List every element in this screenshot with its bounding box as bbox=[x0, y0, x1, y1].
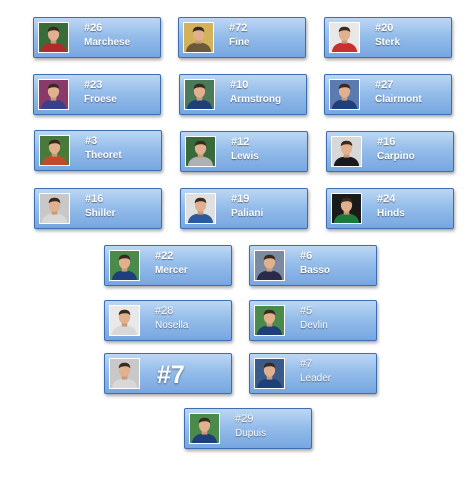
player-card[interactable]: #72 Fine bbox=[178, 17, 306, 58]
player-name: Dupuis bbox=[235, 428, 267, 439]
player-portrait-icon bbox=[329, 79, 360, 110]
player-name: Shiller bbox=[85, 208, 116, 219]
player-portrait-icon bbox=[39, 135, 70, 166]
player-name: Sterk bbox=[375, 37, 401, 48]
player-portrait-icon bbox=[329, 22, 360, 53]
player-card[interactable]: #19 Paliani bbox=[180, 188, 308, 229]
player-portrait-icon bbox=[254, 358, 285, 389]
player-name: Theoret bbox=[85, 150, 122, 161]
player-card[interactable]: #16 Carpino bbox=[326, 131, 454, 172]
player-portrait-icon bbox=[185, 193, 216, 224]
player-name: Paliani bbox=[231, 208, 264, 219]
player-portrait-icon bbox=[331, 136, 362, 167]
player-number: #10 bbox=[230, 79, 249, 91]
player-card[interactable]: #23 Froese bbox=[33, 74, 161, 115]
player-number: #16 bbox=[377, 136, 396, 148]
player-portrait-icon bbox=[254, 305, 285, 336]
player-card[interactable]: #7 Leader bbox=[249, 353, 377, 394]
player-number: #12 bbox=[231, 136, 250, 148]
player-name: Nosella bbox=[155, 320, 189, 331]
player-name: Devlin bbox=[300, 320, 328, 331]
player-number: #23 bbox=[84, 79, 103, 91]
player-number: #26 bbox=[84, 22, 103, 34]
player-card[interactable]: #20 Sterk bbox=[324, 17, 452, 58]
player-portrait-icon bbox=[39, 193, 70, 224]
player-card[interactable]: #3 Theoret bbox=[34, 130, 162, 171]
player-portrait-icon bbox=[109, 250, 140, 281]
player-name: Marchese bbox=[84, 37, 131, 48]
player-card[interactable]: #27 Clairmont bbox=[324, 74, 452, 115]
player-name: Basso bbox=[300, 265, 331, 276]
player-name: Leader bbox=[300, 373, 332, 384]
player-portrait-icon bbox=[38, 22, 69, 53]
player-card[interactable]: #24 Hinds bbox=[326, 188, 454, 229]
player-card[interactable]: #5 Devlin bbox=[249, 300, 377, 341]
player-name: Mercer bbox=[155, 265, 188, 276]
player-portrait-icon bbox=[254, 250, 285, 281]
player-portrait-icon bbox=[331, 193, 362, 224]
player-name: Fine bbox=[229, 37, 250, 48]
player-number: #16 bbox=[85, 193, 104, 205]
player-name: Froese bbox=[84, 94, 117, 105]
player-card[interactable]: #16 Shiller bbox=[34, 188, 162, 229]
player-number: #20 bbox=[375, 22, 394, 34]
player-portrait-icon bbox=[183, 22, 214, 53]
player-name: Carpino bbox=[377, 151, 415, 162]
player-name: Clairmont bbox=[375, 94, 422, 105]
player-number: #3 bbox=[85, 135, 98, 147]
player-card[interactable]: #12 Lewis bbox=[180, 131, 308, 172]
player-number: #22 bbox=[155, 250, 174, 262]
player-number: #28 bbox=[155, 305, 174, 317]
player-number: #29 bbox=[235, 413, 254, 425]
player-card[interactable]: #6 Basso bbox=[249, 245, 377, 286]
player-number: #6 bbox=[300, 250, 313, 262]
player-name: Armstrong bbox=[230, 94, 282, 105]
player-name: Lewis bbox=[231, 151, 259, 162]
player-portrait-icon bbox=[184, 79, 215, 110]
player-number: #5 bbox=[300, 305, 313, 317]
player-card[interactable]: #28 Nosella bbox=[104, 300, 232, 341]
player-card[interactable]: #7 bbox=[104, 353, 232, 394]
player-number: #24 bbox=[377, 193, 396, 205]
player-number: #19 bbox=[231, 193, 250, 205]
player-portrait-icon bbox=[185, 136, 216, 167]
player-card[interactable]: #10 Armstrong bbox=[179, 74, 307, 115]
player-name: Hinds bbox=[377, 208, 405, 219]
player-portrait-icon bbox=[38, 79, 69, 110]
player-portrait-icon bbox=[189, 413, 220, 444]
player-portrait-icon bbox=[109, 305, 140, 336]
player-number: #7 bbox=[300, 358, 313, 370]
player-number: #7 bbox=[157, 361, 185, 389]
player-portrait-icon bbox=[109, 358, 140, 389]
player-card[interactable]: #22 Mercer bbox=[104, 245, 232, 286]
player-card[interactable]: #29 Dupuis bbox=[184, 408, 312, 449]
player-card[interactable]: #26 Marchese bbox=[33, 17, 161, 58]
player-number: #27 bbox=[375, 79, 394, 91]
player-number: #72 bbox=[229, 22, 248, 34]
